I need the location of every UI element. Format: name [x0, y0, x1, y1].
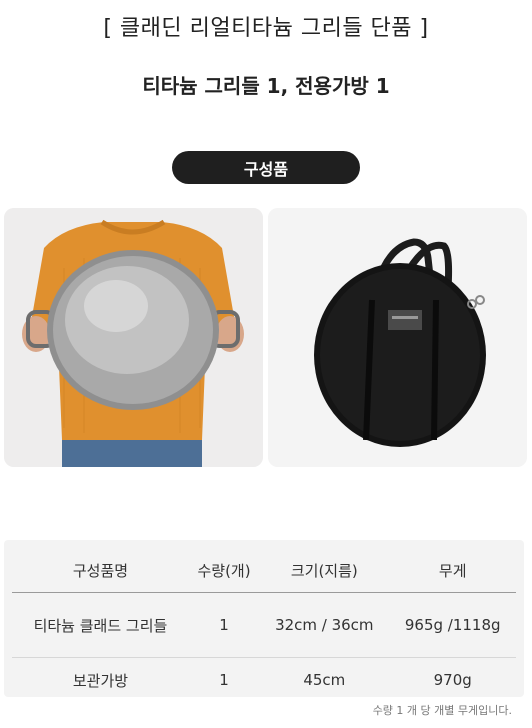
cell-quantity: 1 [219, 671, 229, 689]
product-subtitle: 티타늄 그리들 1, 전용가방 1 [142, 74, 390, 98]
cell-weight: 965g /1118g [389, 592, 516, 658]
griddle-photo [4, 208, 263, 467]
table-header-row: 구성품명 수량(개) 크기(지름) 무게 [12, 548, 516, 593]
weight-note: 수량 1 개 당 개별 무게입니다. [372, 704, 512, 717]
table-row: 티타늄 클래드 그리들 1 32cm / 36cm 965g /1118g [12, 592, 516, 658]
cell-size: 32cm / 36cm [259, 592, 390, 658]
product-title: [ 클래딘 리얼티타늄 그리들 단품 ] [103, 16, 429, 41]
column-header-name: 구성품명 [72, 561, 129, 580]
bag-photo [268, 208, 527, 467]
spec-table-panel: 구성품명 수량(개) 크기(지름) 무게 티타늄 클래드 그리들 1 32cm … [4, 540, 524, 697]
cell-quantity: 1 [188, 592, 260, 658]
cell-weight: 970g [433, 671, 472, 689]
griddle-illustration [4, 208, 263, 467]
table-row: 보관가방 1 45cm 970g [12, 658, 516, 703]
cell-name: 티타늄 클래드 그리들 [12, 592, 189, 658]
column-header-size: 크기(지름) [290, 561, 358, 580]
column-header-quantity: 수량(개) [197, 561, 251, 580]
spec-table: 구성품명 수량(개) 크기(지름) 무게 티타늄 클래드 그리들 1 32cm … [12, 548, 516, 702]
column-header-weight: 무게 [438, 561, 467, 580]
bag-illustration [268, 208, 527, 467]
cell-size: 45cm [303, 671, 346, 689]
cell-name: 보관가방 [72, 671, 129, 690]
components-badge: 구성품 [172, 151, 360, 184]
